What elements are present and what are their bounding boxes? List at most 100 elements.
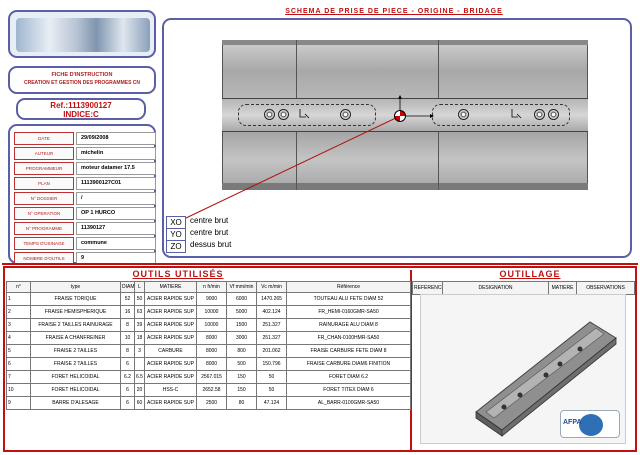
info-row: TEMPS D'USINAGE commune (10, 235, 156, 250)
tool-row: 1 FRAISE TORIQUE 52 50 ACIER RAPIDE SUP 9000 6… (6, 292, 411, 306)
tool-cell: 50 (256, 370, 287, 384)
tool-cell: 8 (120, 318, 135, 332)
info-value: 1113900127C01 (76, 177, 156, 190)
origin-marker-icon (394, 110, 406, 122)
tools-column-header: MATIERE (144, 281, 197, 293)
info-value: 29/09/2008 (76, 132, 156, 145)
tool-cell: 63 (134, 305, 145, 319)
tool-row: 3 FRAISE 2 TAILLES RAINURAGE 8 39 ACIER RAPI… (6, 318, 411, 332)
ref-number: Ref.:1113900127 (50, 101, 112, 110)
machine-photo (16, 18, 150, 52)
tool-cell: 150 (226, 370, 257, 384)
tool-cell: 3 (6, 318, 31, 332)
tools-table: n° type DIAM L MATIERE n fr/min Vf mm/min Vc m/… (6, 281, 411, 410)
tool-cell: ACIER RAPIDE SUP (144, 305, 197, 319)
origin-description: centre brut (190, 216, 229, 225)
info-value: michelin (76, 147, 156, 160)
tool-cell: FR_HEMI-0160GMR-SA50 (286, 305, 411, 319)
info-panel: DATE 29/09/2008 AUTEUR michelin PROGRAMMEUR m… (8, 124, 156, 265)
tool-row: 9 BARRE D'ALESAGE 6 60 ACIER RAPIDE SUP 2500 8… (6, 396, 411, 410)
info-key: N° OPERATION (14, 207, 74, 220)
tool-cell: 150.796 (256, 357, 287, 371)
tool-cell: 1 (6, 292, 31, 306)
outillage-column-header: REFERENCE (412, 281, 443, 295)
tool-cell: FRAISE A CHANFREINER (30, 331, 121, 345)
hole-icon (340, 109, 351, 120)
clamp-left (238, 104, 376, 126)
info-row: N° PROGRAMME 11390127 (10, 220, 156, 235)
outillage-column-header: DESIGNATION (442, 281, 549, 295)
tools-title: OUTILS UTILISÉS (132, 269, 224, 279)
outillage-column-header: OBSERVATIONS (576, 281, 635, 295)
tool-cell: 9000 (196, 292, 227, 306)
tool-cell: 2 (6, 305, 31, 319)
info-key: N° DOSSIER (14, 192, 74, 205)
info-value: OP 1 HURCO (76, 207, 156, 220)
tool-cell: ACIER RAPIDE SUP (144, 331, 197, 345)
info-key: AUTEUR (14, 147, 74, 160)
tool-cell: 20 (134, 383, 145, 397)
tool-cell: 3000 (226, 331, 257, 345)
tool-cell: 2500 (196, 396, 227, 410)
part-top-band (222, 40, 588, 45)
tool-cell: 10000 (196, 305, 227, 319)
schema-title: SCHEMA DE PRISE DE PIECE - ORIGINE - BRI… (274, 8, 514, 15)
tool-cell: ACIER RAPIDE SUP (144, 292, 197, 306)
tool-cell: 6000 (226, 292, 257, 306)
tool-cell: ACIER RAPIDE SUP (144, 396, 197, 410)
hole-icon (264, 109, 275, 120)
info-key: TEMPS D'USINAGE (14, 237, 74, 250)
tool-cell: 50 (256, 383, 287, 397)
sheet-title-line2: CREATION ET GESTION DES PROGRAMMES CN (23, 80, 141, 86)
indice: INDICE:C (63, 110, 99, 119)
tool-cell: FORET TITEX DIAM 6 (286, 383, 411, 397)
ref-panel: Ref.:1113900127 INDICE:C (16, 98, 146, 120)
tool-cell: 8000 (196, 357, 227, 371)
tool-cell: 10 (6, 383, 31, 397)
tool-cell: 6.5 (134, 370, 145, 384)
afpa-logo-text: AFPA (563, 419, 582, 426)
tools-column-header: L (134, 281, 145, 293)
tool-cell: 201.062 (256, 344, 287, 358)
tool-cell: 1500 (226, 318, 257, 332)
tools-column-header: n fr/min (196, 281, 227, 293)
tool-cell: ACIER RAPIDE SUP (144, 370, 197, 384)
info-row: N° DOSSIER / (10, 190, 156, 205)
afpa-logo-mark (579, 414, 603, 436)
sheet-title-line1: FICHE D'INSTRUCTION (51, 72, 113, 78)
tool-cell: 50 (134, 292, 145, 306)
tool-cell: RAINURAGE ALU DIAM 8 (286, 318, 411, 332)
tool-cell: 251.327 (256, 331, 287, 345)
section-separator (2, 263, 638, 265)
tool-cell: CARBURE (144, 344, 197, 358)
info-row: DATE 29/09/2008 (10, 130, 156, 145)
tool-row: 4 FRAISE A CHANFREINER 10 18 ACIER RAPIDE SU… (6, 331, 411, 345)
tool-cell: 60 (134, 396, 145, 410)
outillage-column-header: MATIERE (548, 281, 577, 295)
tool-cell: FRAISE 2 TAILLES (30, 344, 121, 358)
tool-row: 5 FRAISE 2 TAILLES 8 3 CARBURE 8000 800 201.062… (6, 344, 411, 358)
tool-cell: 800 (226, 344, 257, 358)
tool-cell: FRAISE CARBURE FETE DIAM 8 (286, 344, 411, 358)
tool-cell: 9 (6, 396, 31, 410)
tool-cell: HSS-C (144, 383, 197, 397)
tool-cell: 2567.015 (196, 370, 227, 384)
afpa-logo: AFPA (560, 410, 620, 438)
tools-column-header: Référence (286, 281, 411, 293)
tool-cell: 1470.265 (256, 292, 287, 306)
tool-cell: 10000 (196, 318, 227, 332)
info-value: commune (76, 237, 156, 250)
outillage-title: OUTILLAGE (499, 269, 561, 279)
tool-cell: 7 (6, 370, 31, 384)
tool-cell: FRAISE TORIQUE (30, 292, 121, 306)
header-banner (8, 10, 156, 58)
tool-cell: BARRE D'ALESAGE (30, 396, 121, 410)
tool-cell: 251.327 (256, 318, 287, 332)
tool-cell: 18 (134, 331, 145, 345)
tool-cell: 150 (226, 383, 257, 397)
tool-cell: FRAISE 2 TAILLES RAINURAGE (30, 318, 121, 332)
tool-cell: FRAISE 2 TAILLES (30, 357, 121, 371)
tool-row: 10 FORET HELICOIDAL 6 20 HSS-C 2652.58 150 50 FO… (6, 383, 411, 397)
tools-column-header: DIAM (120, 281, 135, 293)
tools-column-header: n° (6, 281, 31, 293)
